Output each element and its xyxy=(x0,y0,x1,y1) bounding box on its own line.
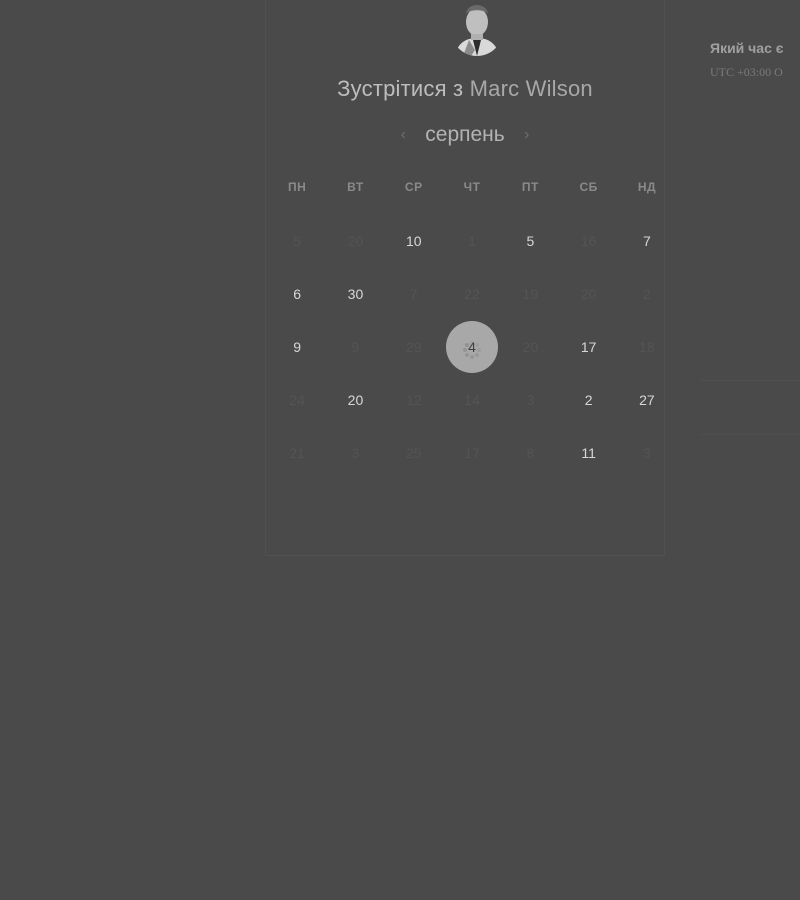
calendar-day[interactable]: 11 xyxy=(559,426,617,479)
calendar-day-selected[interactable]: 4 xyxy=(443,320,501,373)
calendar-day-number: 19 xyxy=(522,285,539,302)
calendar-day-number: 21 xyxy=(289,444,305,461)
booking-page: Зустрітися з Marc Wilson ‹ серпень › ПН … xyxy=(0,0,800,900)
weekday-tue: ВТ xyxy=(347,180,364,194)
calendar-day-number: 20 xyxy=(580,285,597,302)
calendar-day: 21 xyxy=(268,426,326,479)
calendar-day: 1 xyxy=(443,214,501,267)
calendar-day-number: 7 xyxy=(643,232,651,249)
calendar-day: 19 xyxy=(501,267,559,320)
calendar-day: 20 xyxy=(559,267,617,320)
calendar-day-number: 11 xyxy=(581,444,596,461)
avatar xyxy=(451,0,503,56)
calendar-day[interactable]: 5 xyxy=(501,214,559,267)
calendar-day-number: 25 xyxy=(405,444,422,461)
calendar-day[interactable]: 30 xyxy=(326,267,384,320)
calendar-day-number: 1 xyxy=(468,232,476,249)
calendar-day-number: 10 xyxy=(405,232,422,249)
calendar-day-number: 2 xyxy=(643,285,651,302)
calendar-day[interactable]: 9 xyxy=(268,320,326,373)
calendar-day-number: 7 xyxy=(409,285,418,302)
calendar-day: 3 xyxy=(326,426,384,479)
calendar-day: 3 xyxy=(618,426,676,479)
calendar-day: 2 xyxy=(618,267,676,320)
calendar-day-number: 5 xyxy=(526,232,535,249)
calendar-day[interactable]: 17 xyxy=(559,320,617,373)
timezone-panel: Який час є UTC +03:00 O xyxy=(710,40,800,80)
calendar-day-number: 3 xyxy=(526,391,535,408)
calendar-day-number: 14 xyxy=(464,391,480,408)
calendar-day: 25 xyxy=(385,426,443,479)
calendar-day-number: 16 xyxy=(580,232,597,249)
calendar-day: 3 xyxy=(501,373,559,426)
weekday-wed: СР xyxy=(404,180,423,194)
calendar-day: 24 xyxy=(268,373,326,426)
calendar-day-number: 29 xyxy=(405,338,422,355)
calendar-day: 8 xyxy=(501,426,559,479)
calendar-day-number: 4 xyxy=(468,338,476,355)
calendar-day: 22 xyxy=(443,267,501,320)
calendar-day-number: 17 xyxy=(580,338,597,355)
calendar-day-number: 20 xyxy=(347,391,364,408)
chevron-left-icon[interactable]: ‹ xyxy=(394,126,412,144)
calendar-day-number: 3 xyxy=(643,444,651,461)
calendar-day-number: 20 xyxy=(522,338,539,355)
calendar-day: 29 xyxy=(385,320,443,373)
calendar-day: 18 xyxy=(618,320,676,373)
calendar-day-number: 22 xyxy=(464,285,480,302)
calendar-day-number: 2 xyxy=(584,391,593,408)
title-prefix: Зустрітися з xyxy=(337,76,464,101)
calendar-day-number: 8 xyxy=(526,444,535,461)
calendar-day[interactable]: 2 xyxy=(559,373,617,426)
calendar-day-number: 3 xyxy=(351,444,360,461)
host-photo xyxy=(451,0,503,56)
chevron-right-icon[interactable]: › xyxy=(518,126,536,144)
calendar-day: 14 xyxy=(443,373,501,426)
calendar-day: 17 xyxy=(443,426,501,479)
calendar-day: 12 xyxy=(385,373,443,426)
calendar-card: Зустрітися з Marc Wilson ‹ серпень › ПН … xyxy=(265,0,665,556)
calendar-day-number: 5 xyxy=(293,232,302,249)
divider xyxy=(700,434,800,435)
calendar-day: 9 xyxy=(326,320,384,373)
weekday-mon: ПН xyxy=(288,180,307,194)
calendar-day[interactable]: 20 xyxy=(326,373,384,426)
calendar-day-number: 27 xyxy=(639,391,655,408)
calendar-day-number: 24 xyxy=(289,391,305,408)
calendar-day: 20 xyxy=(326,214,384,267)
calendar-day-number: 12 xyxy=(405,391,422,408)
calendar-days-grid: 5 20 10 1 5 16 7 6 30 7 22 19 20 2 9 9 29 4 20 17 18 24 20 12 14… xyxy=(268,214,664,479)
calendar-day: 16 xyxy=(559,214,617,267)
timezone-selector[interactable]: UTC +03:00 O xyxy=(710,65,800,80)
calendar-day-number: 18 xyxy=(639,338,655,355)
weekday-sun: НД xyxy=(637,180,657,194)
calendar-day[interactable]: 7 xyxy=(618,214,676,267)
calendar-day[interactable]: 27 xyxy=(618,373,676,426)
calendar-day-number: 30 xyxy=(347,285,364,302)
weekday-sat: СБ xyxy=(579,180,598,194)
weekday-header: ПН ВТ СР ЧТ ПТ СБ НД xyxy=(268,180,664,194)
calendar-day-number: 20 xyxy=(347,232,364,249)
calendar-day-number: 9 xyxy=(351,338,360,355)
weekday-fri: ПТ xyxy=(521,180,539,194)
calendar-day[interactable]: 10 xyxy=(385,214,443,267)
host-name: Marc Wilson xyxy=(469,76,593,101)
calendar-day-number: 17 xyxy=(464,444,480,461)
time-slot-dividers xyxy=(700,380,800,488)
divider xyxy=(700,380,800,381)
timezone-question: Який час є xyxy=(710,40,784,56)
month-navigation: ‹ серпень › xyxy=(266,121,664,149)
calendar-day-number: 6 xyxy=(293,285,302,302)
calendar-day: 5 xyxy=(268,214,326,267)
page-title: Зустрітися з Marc Wilson xyxy=(266,76,664,102)
calendar-day: 7 xyxy=(385,267,443,320)
month-label: серпень xyxy=(425,123,505,146)
calendar-day[interactable]: 6 xyxy=(268,267,326,320)
calendar-day: 20 xyxy=(501,320,559,373)
calendar-day-number: 9 xyxy=(293,338,302,355)
weekday-thu: ЧТ xyxy=(463,180,481,194)
